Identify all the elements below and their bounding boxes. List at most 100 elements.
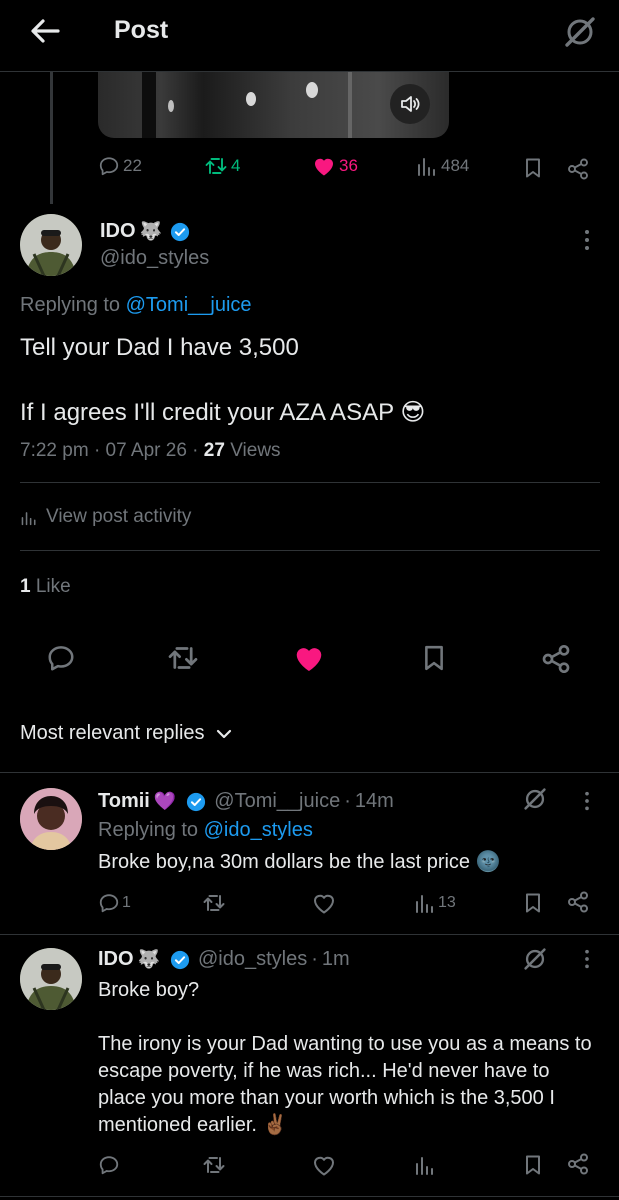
replying-to-link[interactable]: @ido_styles	[204, 819, 313, 841]
replying-prefix: Replying to	[20, 294, 121, 316]
reply-2-text-p2: The irony is your Dad wanting to use you…	[98, 1031, 598, 1139]
reply-1-header: Tomii 💜 @Tomi__juice · 14m	[98, 790, 394, 813]
reply-1-share-button[interactable]	[566, 890, 590, 914]
reply-2-views-button[interactable]	[414, 1154, 436, 1176]
reply-author-name[interactable]: IDO	[98, 948, 134, 971]
parent-share-button[interactable]	[566, 157, 590, 181]
replies-sort-dropdown[interactable]: Most relevant replies	[20, 722, 233, 745]
bookmark-button[interactable]	[420, 643, 448, 673]
more-options-icon[interactable]	[582, 948, 592, 970]
parent-action-bar: 22 4 36 484	[0, 152, 619, 182]
reply-1-like-button[interactable]	[312, 892, 336, 914]
bookmark-icon	[425, 645, 443, 671]
page-title: Post	[114, 16, 169, 44]
parent-like-button[interactable]: 36	[312, 155, 358, 177]
reply-2-text-p1: Broke boy?	[98, 979, 200, 1001]
replying-to-link[interactable]: @Tomi__juice	[126, 294, 252, 316]
reply-2-share-button[interactable]	[566, 1152, 590, 1176]
share-icon	[542, 645, 570, 673]
reply-author-name[interactable]: Tomii	[98, 790, 150, 813]
views-icon	[418, 158, 435, 176]
share-button[interactable]	[540, 643, 572, 675]
grok-icon[interactable]	[562, 14, 598, 50]
reply-2-header: IDO 🐺 @ido_styles · 1m	[98, 948, 350, 971]
post-views-count: 27	[203, 440, 225, 461]
reply-icon	[99, 157, 119, 176]
victory-hand-emoji: ✌🏾	[262, 1114, 288, 1136]
author-emoji: 🐺	[139, 221, 162, 241]
purple-heart-emoji: 💜	[153, 791, 177, 811]
reply-1-reply-button[interactable]: 1	[98, 892, 131, 914]
repost-button[interactable]	[166, 643, 200, 673]
view-post-activity[interactable]: View post activity	[20, 506, 191, 528]
avatar[interactable]	[20, 214, 82, 276]
post-date: 07 Apr 26	[105, 440, 187, 461]
bookmark-icon	[526, 893, 540, 913]
reply-author-handle[interactable]: @ido_styles	[198, 948, 307, 971]
reply-1-views-button[interactable]: 13	[414, 892, 456, 914]
grok-icon[interactable]	[522, 946, 548, 972]
reply-2-like-button[interactable]	[312, 1154, 336, 1176]
repost-count: 4	[231, 156, 241, 175]
avatar[interactable]	[20, 948, 82, 1010]
post-views-label: Views	[230, 440, 281, 461]
top-bar: Post	[0, 0, 619, 72]
reply-count: 1	[122, 894, 131, 911]
post-text-line2-text: If I agrees I'll credit your AZA ASAP	[20, 399, 394, 426]
repost-icon	[203, 1157, 225, 1173]
parent-bookmark-button[interactable]	[522, 157, 544, 179]
divider	[0, 1196, 619, 1197]
wolf-emoji: 🐺	[137, 949, 160, 969]
like-button[interactable]	[292, 643, 326, 673]
heart-icon	[314, 894, 334, 914]
bookmark-icon	[526, 1155, 540, 1175]
reply-author-handle[interactable]: @Tomi__juice	[214, 790, 340, 813]
volume-button[interactable]	[390, 84, 430, 124]
reply-1-replying-to: Replying to @ido_styles	[98, 819, 313, 842]
repost-icon	[168, 647, 198, 669]
heart-icon	[314, 1156, 334, 1176]
reply-1-bookmark-button[interactable]	[522, 892, 544, 914]
activity-icon	[21, 512, 36, 526]
author-name[interactable]: IDO	[100, 220, 136, 243]
avatar[interactable]	[20, 788, 82, 850]
share-icon	[568, 1153, 588, 1175]
post-text-line1: Tell your Dad I have 3,500	[20, 334, 299, 361]
back-arrow-icon[interactable]	[28, 14, 62, 48]
post-author-row: IDO 🐺	[100, 220, 190, 243]
reply-button[interactable]	[46, 643, 76, 673]
parent-views-button[interactable]: 484	[416, 155, 469, 177]
reply-2-repost-button[interactable]	[202, 1154, 226, 1176]
replying-to-line: Replying to @Tomi__juice	[20, 294, 252, 317]
parent-repost-button[interactable]: 4	[204, 155, 240, 177]
verified-badge-icon	[187, 792, 206, 811]
reply-2-reply-button[interactable]	[98, 1154, 120, 1176]
likes-summary[interactable]: 1 Like	[20, 576, 71, 598]
view-count: 13	[438, 894, 456, 911]
reply-2-bookmark-button[interactable]	[522, 1154, 544, 1176]
thread-line	[50, 72, 53, 204]
grok-icon[interactable]	[522, 786, 548, 812]
share-icon	[568, 891, 588, 913]
more-options-icon[interactable]	[582, 228, 592, 252]
post-time: 7:22 pm	[20, 440, 89, 461]
repost-icon	[205, 158, 227, 174]
reply-icon	[99, 1156, 119, 1175]
views-icon	[416, 1157, 433, 1175]
post-text-line2: If I agrees I'll credit your AZA ASAP 😎	[20, 398, 425, 427]
divider	[0, 934, 619, 935]
like-count: 36	[339, 156, 358, 175]
divider	[20, 482, 600, 483]
reply-1-repost-button[interactable]	[202, 892, 226, 914]
views-icon	[416, 895, 433, 913]
more-options-icon[interactable]	[582, 790, 592, 812]
reply-1-text: Broke boy,na 30m dollars be the last pri…	[98, 849, 501, 876]
reply-icon	[99, 894, 119, 913]
heart-filled-icon	[296, 648, 322, 671]
author-handle[interactable]: @ido_styles	[100, 247, 209, 270]
bookmark-icon	[526, 158, 540, 178]
parent-reply-button[interactable]: 22	[98, 155, 142, 177]
sort-label: Most relevant replies	[20, 722, 205, 744]
chevron-down-icon	[216, 729, 231, 738]
likes-label: Like	[35, 576, 71, 597]
